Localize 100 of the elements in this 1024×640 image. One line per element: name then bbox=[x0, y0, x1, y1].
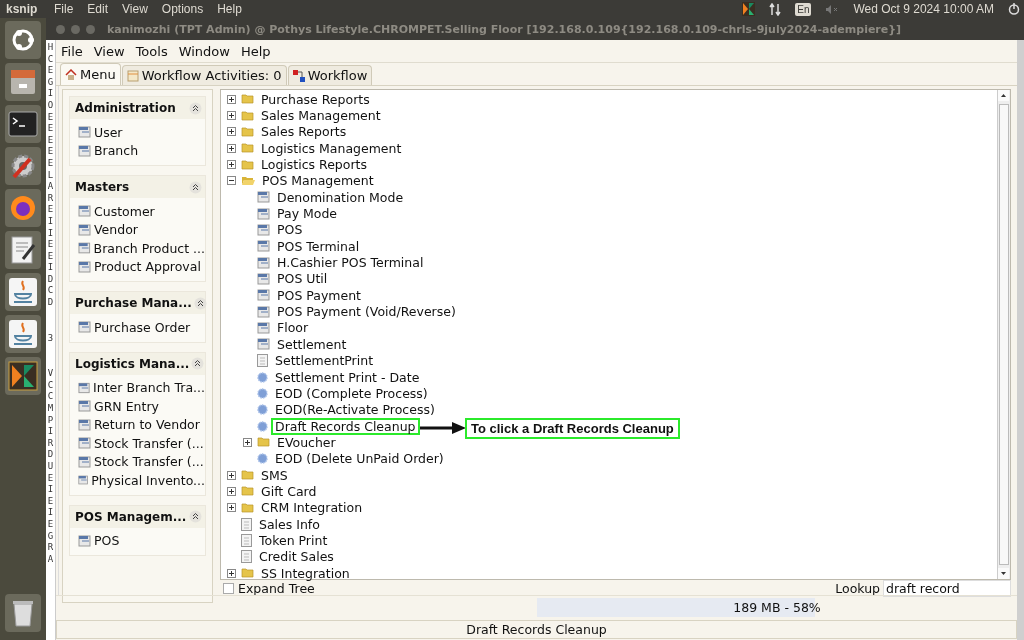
background-letter: L bbox=[47, 169, 54, 182]
section-title: Masters bbox=[75, 180, 130, 194]
collapse-icon bbox=[189, 101, 202, 115]
tree-item[interactable]: Sales Info bbox=[255, 515, 324, 533]
window-icon bbox=[78, 205, 91, 218]
tree-item[interactable]: Credit Sales bbox=[255, 548, 338, 566]
window-icon bbox=[78, 381, 91, 394]
tree-item[interactable]: Floor bbox=[273, 319, 313, 337]
tree-item[interactable]: Purchase Reports bbox=[257, 90, 374, 108]
menu-link[interactable]: Branch bbox=[94, 143, 139, 159]
tree-item[interactable]: Settlement Print - Date bbox=[271, 368, 424, 386]
tree-item[interactable]: SMS bbox=[257, 466, 292, 484]
menu-link[interactable]: POS bbox=[94, 533, 120, 549]
window-icon bbox=[78, 400, 91, 413]
menu-item[interactable]: View bbox=[122, 2, 148, 16]
tree-item[interactable]: Settlement bbox=[273, 335, 351, 353]
menu-link[interactable]: Vendor bbox=[94, 222, 138, 238]
window-icon bbox=[257, 240, 270, 253]
gear-icon bbox=[257, 387, 268, 399]
window-icon bbox=[78, 474, 89, 487]
tree-item[interactable]: POS Util bbox=[273, 270, 332, 288]
tree-item[interactable]: Draft Records Cleanup bbox=[271, 417, 420, 435]
window-icon bbox=[257, 322, 270, 334]
launcher-button[interactable] bbox=[5, 105, 41, 143]
tab[interactable]: Workflow bbox=[287, 65, 373, 85]
tree-item[interactable]: POS bbox=[273, 221, 307, 239]
window-title: kanimozhi (TPT Admin) @ Pothys Lifestyle.CHROMPET.Selling Floor [192.168.0.109{192.168.0.109-chrls-9july2024-adempiere}] bbox=[107, 22, 902, 36]
menu-link[interactable]: GRN Entry bbox=[94, 398, 159, 414]
tree-item[interactable]: Pay Mode bbox=[273, 205, 342, 223]
tree-item[interactable]: SettlementPrint bbox=[271, 352, 378, 370]
tree-item[interactable]: Token Print bbox=[255, 531, 332, 549]
tree-item[interactable]: POS Payment bbox=[273, 286, 365, 304]
background-letter: I bbox=[47, 215, 54, 228]
tree-item[interactable]: EOD (Complete Process) bbox=[271, 384, 432, 402]
scrollbar[interactable] bbox=[997, 90, 1010, 579]
tree-item[interactable]: CRM Integration bbox=[257, 499, 367, 517]
menu-link[interactable]: Return to Vendor bbox=[94, 417, 200, 433]
checkbox[interactable] bbox=[223, 583, 234, 594]
menu-item[interactable]: Edit bbox=[87, 2, 109, 16]
launcher-button[interactable] bbox=[5, 315, 41, 353]
menu-link[interactable]: Branch Product ... bbox=[93, 240, 205, 256]
power-icon bbox=[1008, 3, 1020, 15]
menu-item[interactable]: Window bbox=[178, 43, 230, 59]
menu-link[interactable]: Purchase Order bbox=[94, 319, 191, 335]
tree-item[interactable]: POS Management bbox=[258, 172, 378, 190]
menu-link[interactable]: Physical Invento... bbox=[91, 472, 205, 488]
background-letter: A bbox=[47, 181, 54, 193]
launcher-button[interactable] bbox=[5, 273, 41, 311]
tree-item[interactable]: POS Terminal bbox=[273, 237, 364, 255]
close-button[interactable] bbox=[56, 24, 65, 34]
menu-item[interactable]: File bbox=[54, 2, 74, 16]
clock[interactable]: Wed Oct 9 2024 10:00 AM bbox=[853, 2, 994, 16]
tree-item[interactable]: EOD(Re-Activate Process) bbox=[271, 401, 439, 419]
window-icon bbox=[78, 242, 91, 255]
maximize-button[interactable] bbox=[86, 24, 95, 34]
keyboard-indicator[interactable]: En bbox=[795, 2, 812, 16]
tree-item[interactable]: Logistics Management bbox=[257, 139, 406, 157]
calendar-icon bbox=[126, 69, 139, 82]
window-icon bbox=[257, 207, 270, 220]
folder-icon bbox=[241, 502, 254, 513]
menu-item[interactable]: Options bbox=[161, 2, 204, 16]
background-letter: D bbox=[47, 297, 54, 309]
tab[interactable]: Workflow Activities: 0 bbox=[121, 65, 287, 85]
tree-item[interactable]: Sales Management bbox=[257, 107, 385, 124]
menu-link[interactable]: User bbox=[94, 124, 123, 140]
checkbox-label: Expand Tree bbox=[238, 581, 315, 596]
tree-item[interactable]: EVoucher bbox=[273, 433, 340, 451]
menu-item[interactable]: File bbox=[61, 43, 83, 59]
tree-item[interactable]: Logistics Reports bbox=[257, 156, 371, 174]
lookup-field[interactable]: draft record bbox=[883, 580, 1011, 597]
tab[interactable]: Menu bbox=[60, 63, 121, 85]
menu-link[interactable]: Customer bbox=[94, 203, 155, 219]
menu-link[interactable]: Stock Transfer (... bbox=[94, 435, 204, 451]
tree-item[interactable]: EOD (Delete UnPaid Order) bbox=[271, 450, 448, 468]
minimize-button[interactable] bbox=[71, 24, 80, 34]
window-icon bbox=[78, 144, 91, 157]
tree-item[interactable]: SS Integration bbox=[257, 564, 354, 582]
menu-item[interactable]: Help bbox=[240, 43, 271, 59]
tree-item[interactable]: Denomination Mode bbox=[273, 188, 408, 206]
launcher-button[interactable] bbox=[5, 21, 41, 59]
folder-icon bbox=[241, 94, 254, 105]
launcher-button[interactable] bbox=[5, 357, 41, 395]
launcher-button[interactable] bbox=[5, 231, 41, 269]
background-letter: M bbox=[47, 403, 54, 415]
menu-link[interactable]: Product Approval bbox=[94, 259, 201, 275]
menu-link[interactable]: Inter Branch Tra... bbox=[93, 380, 205, 396]
menu-item[interactable]: Help bbox=[217, 2, 242, 16]
menu-link[interactable]: Stock Transfer (... bbox=[94, 454, 204, 470]
menu-item[interactable]: Tools bbox=[135, 43, 168, 59]
background-letter: E bbox=[47, 518, 54, 531]
tree-item[interactable]: POS Payment (Void/Reverse) bbox=[273, 303, 460, 321]
memory-text: 189 MB - 58% bbox=[733, 600, 821, 615]
tree-item[interactable]: Sales Reports bbox=[257, 123, 351, 141]
tree-item[interactable]: H.Cashier POS Terminal bbox=[273, 254, 428, 272]
tree-item[interactable]: Gift Card bbox=[257, 482, 321, 500]
background-letter: D bbox=[47, 449, 54, 461]
folder-icon bbox=[241, 126, 254, 137]
background-letter: P bbox=[47, 414, 54, 427]
menu-item[interactable]: View bbox=[93, 43, 125, 59]
launcher-button[interactable] bbox=[5, 63, 41, 101]
